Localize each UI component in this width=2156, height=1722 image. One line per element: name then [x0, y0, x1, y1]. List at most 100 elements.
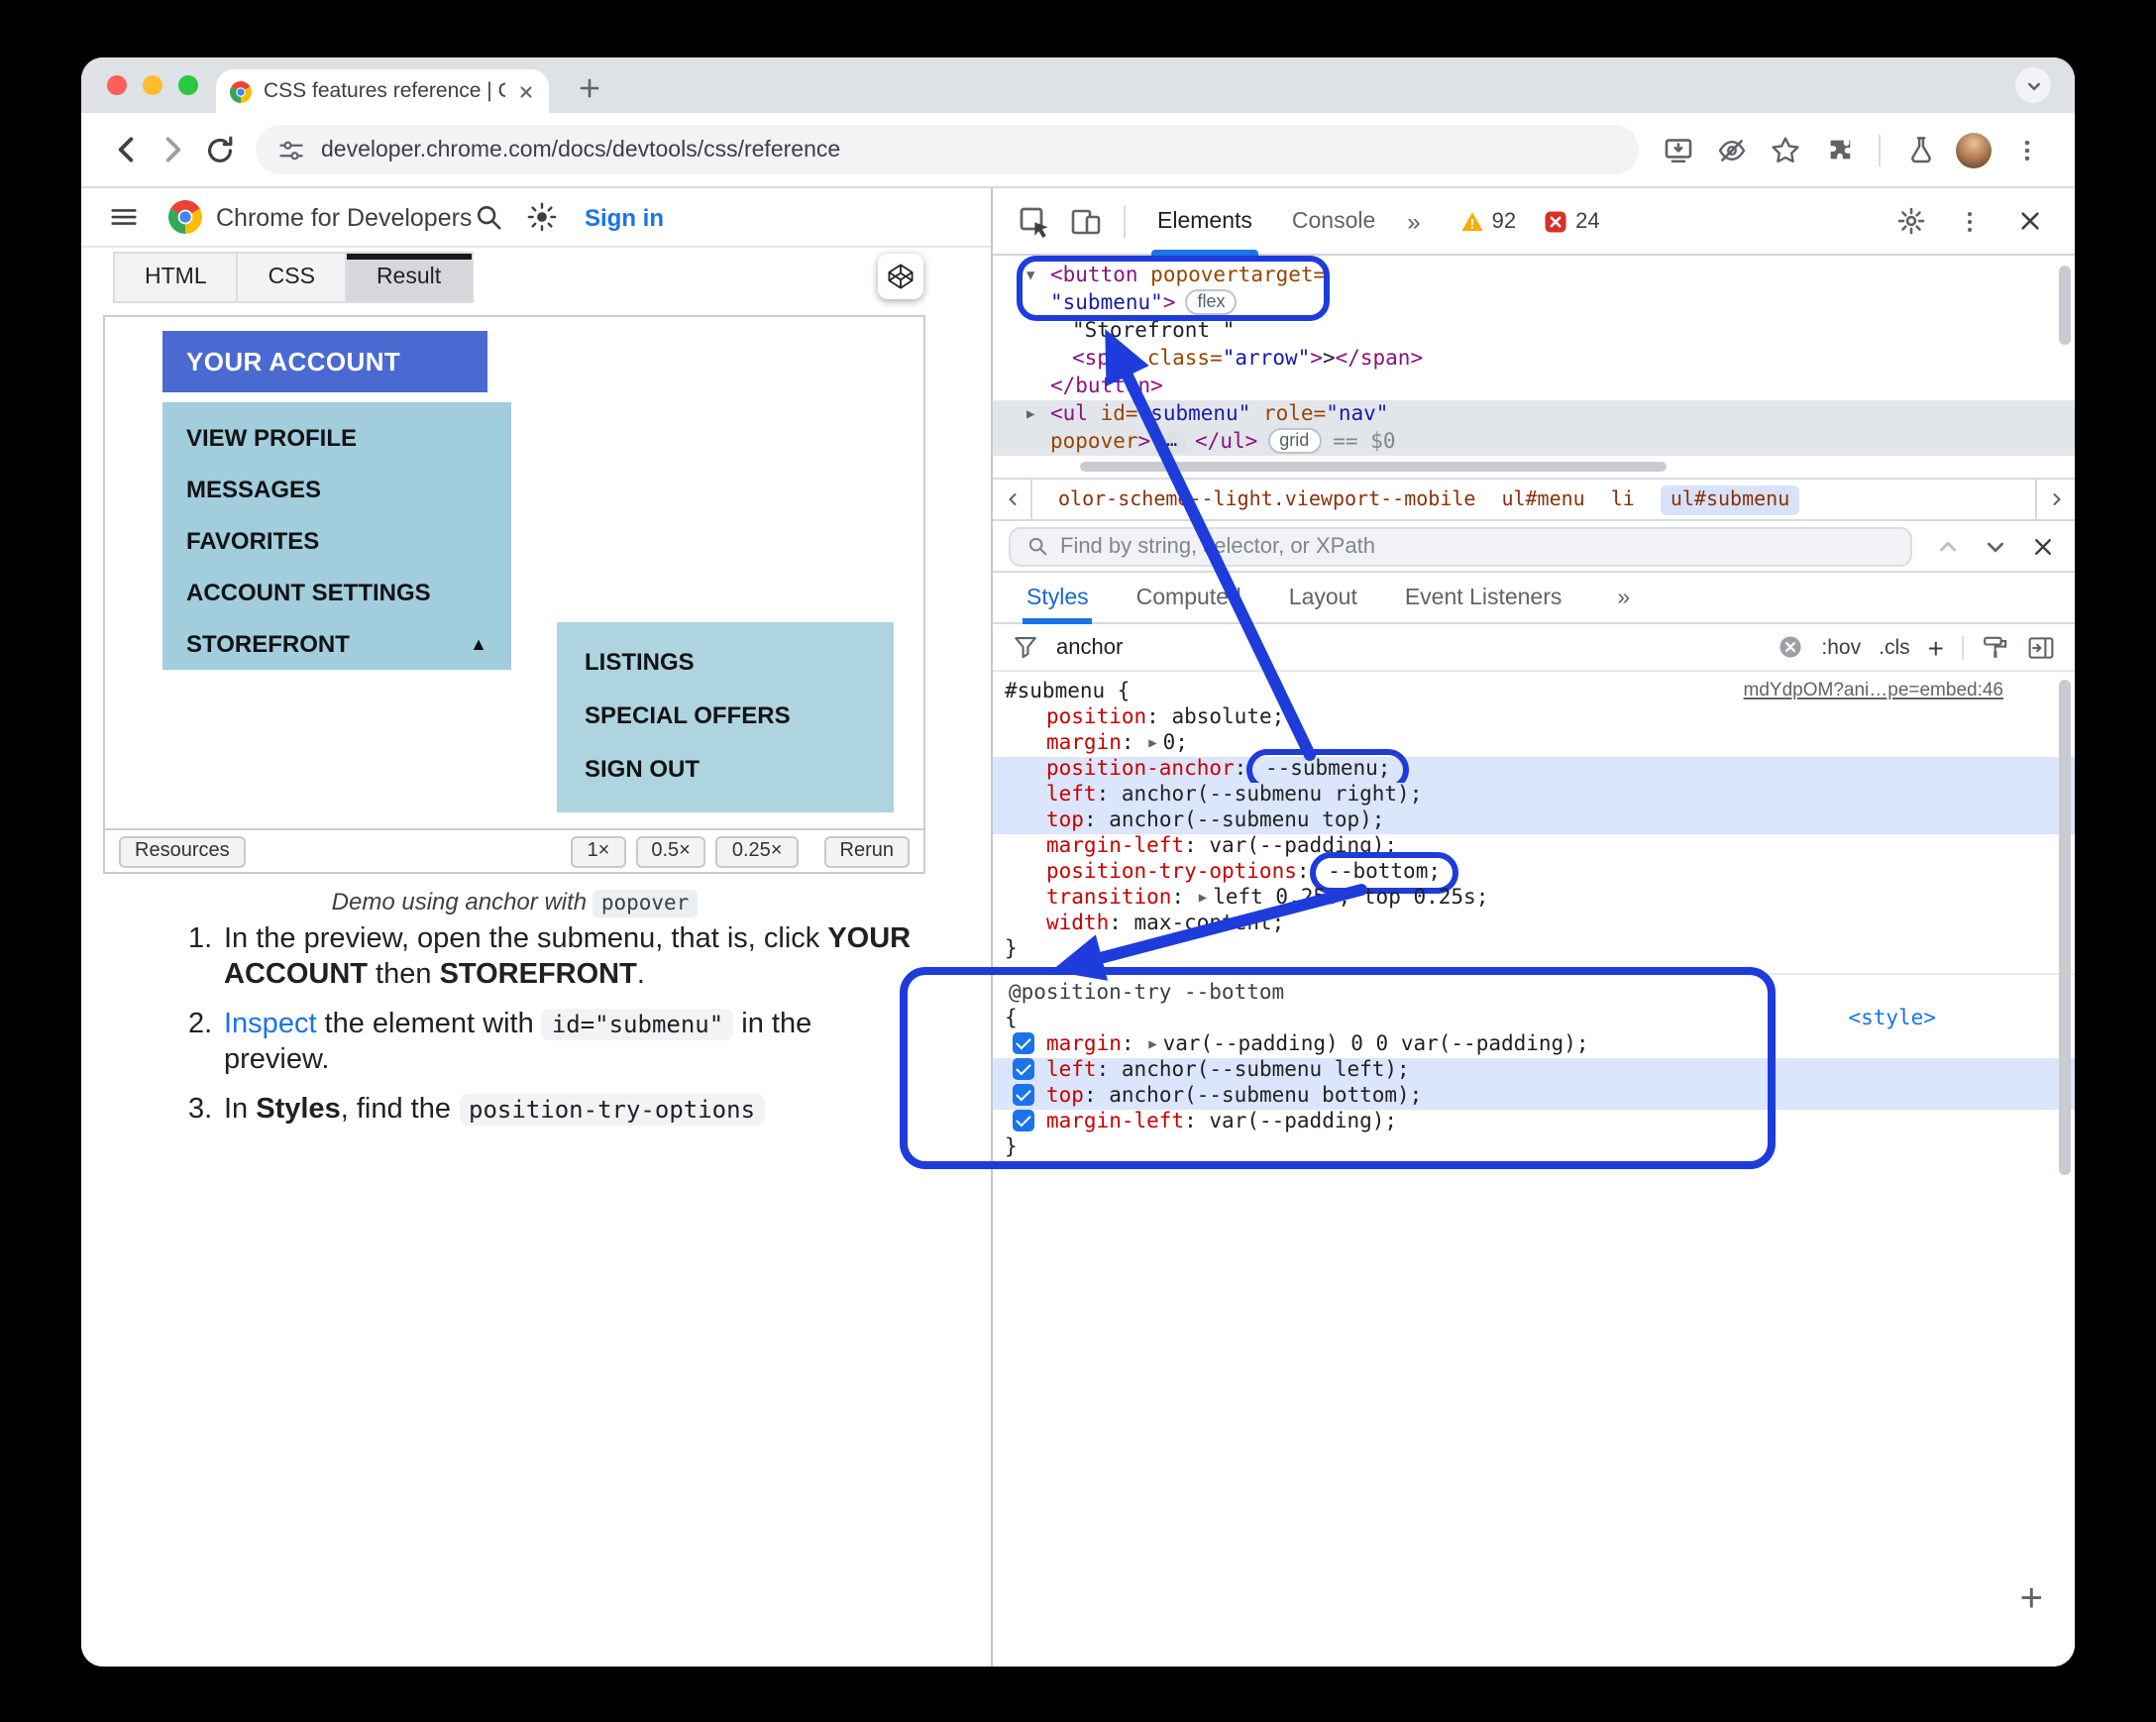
- tab-search-icon[interactable]: [2015, 67, 2051, 103]
- more-tabs-icon[interactable]: »: [1395, 207, 1432, 235]
- property-value[interactable]: max-content;: [1134, 912, 1285, 935]
- close-icon[interactable]: [107, 75, 127, 95]
- vertical-scrollbar[interactable]: [2059, 266, 2071, 345]
- dom-tree-row[interactable]: <span class="arrow">></span>: [993, 345, 2075, 373]
- menu-item-storefront[interactable]: STOREFRONT ▲: [162, 618, 511, 670]
- new-tab-icon[interactable]: [573, 71, 604, 103]
- css-property-margin-left[interactable]: margin-left: var(--padding);: [993, 834, 2075, 860]
- scale-button-0.25x[interactable]: 0.25×: [715, 835, 799, 867]
- at-rule-header[interactable]: @position-try --bottom: [993, 981, 2075, 1007]
- dom-tree-row[interactable]: </button>: [993, 373, 2075, 400]
- forward-icon[interactable]: [149, 126, 196, 173]
- menu-item-favorites[interactable]: FAVORITES: [162, 515, 511, 567]
- property-checkbox[interactable]: [1013, 1058, 1034, 1080]
- scale-button-1x[interactable]: 1×: [571, 835, 626, 867]
- property-value[interactable]: anchor(--submenu top);: [1109, 808, 1384, 832]
- dom-tree-row[interactable]: "Storefront ": [993, 317, 2075, 345]
- tab-console[interactable]: Console: [1272, 188, 1395, 255]
- dock-sidebar-icon[interactable]: [2027, 633, 2055, 661]
- crumb-right-icon[interactable]: [2035, 480, 2075, 519]
- css-property-position-try-options[interactable]: position-try-options: --bottom;: [993, 852, 2075, 894]
- property-value[interactable]: anchor(--submenu right);: [1122, 783, 1422, 807]
- css-property-width[interactable]: width: max-content;: [993, 912, 2075, 937]
- breadcrumb-item[interactable]: ul#menu: [1501, 488, 1584, 510]
- style-element-link[interactable]: <style>: [1848, 1007, 1936, 1032]
- eye-off-icon[interactable]: [1708, 126, 1756, 173]
- menu-item-account-settings[interactable]: ACCOUNT SETTINGS: [162, 567, 511, 618]
- styles-scrollbar[interactable]: [2059, 680, 2071, 1175]
- css-property-margin[interactable]: margin: ▶ var(--padding) 0 0 var(--paddin…: [993, 1032, 2075, 1058]
- close-find-icon[interactable]: [2031, 534, 2055, 558]
- css-property-margin[interactable]: margin: ▶ 0;: [993, 731, 2075, 757]
- warnings-badge[interactable]: 92: [1460, 209, 1516, 233]
- new-style-rule-button[interactable]: +: [1928, 631, 1944, 663]
- expand-shorthand-icon[interactable]: ▶: [1148, 1036, 1156, 1052]
- resources-button[interactable]: Resources: [119, 835, 246, 867]
- breadcrumb-item[interactable]: li: [1611, 488, 1635, 510]
- submenu-item-special-offers[interactable]: SPECIAL OFFERS: [557, 688, 894, 741]
- hover-state-button[interactable]: :hov: [1821, 635, 1861, 659]
- property-value[interactable]: left 0.25s, top 0.25s;: [1213, 886, 1488, 910]
- css-property-position-anchor[interactable]: position-anchor: --submenu;: [993, 749, 2075, 791]
- sign-in-link[interactable]: Sign in: [585, 204, 664, 232]
- expand-toggle-icon[interactable]: ▶: [1026, 400, 1034, 428]
- dom-tree-row[interactable]: ▼ <button popovertarget=: [993, 262, 2075, 289]
- submenu-item-sign-out[interactable]: SIGN OUT: [557, 741, 894, 795]
- expand-toggle-icon[interactable]: ▼: [1026, 262, 1034, 289]
- tab-event-listeners[interactable]: Event Listeners: [1405, 572, 1563, 623]
- css-property-left[interactable]: left: anchor(--submenu left);: [993, 1058, 2075, 1084]
- menu-icon[interactable]: [109, 202, 139, 232]
- horizontal-scrollbar[interactable]: [1080, 462, 1667, 472]
- chrome-logo-icon[interactable]: [168, 200, 202, 234]
- browser-tab[interactable]: CSS features reference | Chr: [216, 69, 549, 113]
- dom-tree-row[interactable]: ▶ <ul id="submenu" role="nav": [993, 400, 2075, 428]
- tab-html[interactable]: HTML: [113, 252, 239, 303]
- tab-css[interactable]: CSS: [238, 252, 347, 303]
- inspect-link[interactable]: Inspect: [224, 1009, 317, 1040]
- grid-badge[interactable]: grid: [1267, 428, 1322, 454]
- settings-gear-icon[interactable]: [1885, 195, 1936, 247]
- css-property-top[interactable]: top: anchor(--submenu bottom);: [993, 1084, 2075, 1110]
- address-bar[interactable]: developer.chrome.com/docs/devtools/css/r…: [256, 125, 1639, 174]
- property-value[interactable]: anchor(--submenu left);: [1122, 1058, 1410, 1082]
- css-property-position[interactable]: position: absolute;: [993, 705, 2075, 731]
- tab-styles[interactable]: Styles: [1022, 572, 1094, 623]
- zoom-icon[interactable]: [178, 75, 198, 95]
- scale-button-0.5x[interactable]: 0.5×: [635, 835, 706, 867]
- search-icon[interactable]: [474, 202, 503, 232]
- profile-avatar[interactable]: [1950, 126, 1997, 173]
- css-property-transition[interactable]: transition: ▶ left 0.25s, top 0.25s;: [993, 886, 2075, 912]
- stylesheet-link[interactable]: mdYdpOM?ani…pe=embed:46: [1744, 680, 2003, 701]
- extensions-icon[interactable]: [1815, 126, 1863, 173]
- menu-item-view-profile[interactable]: VIEW PROFILE: [162, 412, 511, 464]
- tab-elements[interactable]: Elements: [1137, 188, 1272, 255]
- tab-layout[interactable]: Layout: [1289, 572, 1357, 623]
- tab-computed[interactable]: Computed: [1136, 572, 1241, 623]
- bookmark-star-icon[interactable]: [1762, 126, 1809, 173]
- device-toolbar-icon[interactable]: [1060, 195, 1112, 247]
- prev-match-icon[interactable]: [1936, 534, 1960, 558]
- theme-toggle-icon[interactable]: [527, 202, 557, 232]
- property-value[interactable]: var(--padding) 0 0 var(--padding);: [1163, 1032, 1589, 1056]
- more-menu-icon[interactable]: [1944, 195, 1995, 247]
- close-devtools-icon[interactable]: [2003, 195, 2055, 247]
- browser-menu-icon[interactable]: [2003, 126, 2051, 173]
- experiments-icon[interactable]: [1896, 126, 1944, 173]
- more-sidebar-tabs-icon[interactable]: »: [1617, 586, 1630, 609]
- clear-filter-icon[interactable]: [1778, 634, 1803, 660]
- rerun-button[interactable]: Rerun: [823, 835, 910, 867]
- tab-result[interactable]: Result: [346, 252, 474, 303]
- style-rule-selector[interactable]: #submenu { mdYdpOM?ani…pe=embed:46: [993, 680, 2075, 705]
- property-checkbox[interactable]: [1013, 1084, 1034, 1106]
- your-account-button[interactable]: YOUR ACCOUNT: [162, 331, 487, 392]
- menu-item-messages[interactable]: MESSAGES: [162, 464, 511, 515]
- reload-icon[interactable]: [196, 126, 244, 173]
- property-value[interactable]: anchor(--submenu bottom);: [1109, 1084, 1422, 1108]
- property-value[interactable]: 0;: [1163, 731, 1188, 755]
- errors-badge[interactable]: 24: [1544, 209, 1600, 233]
- css-property-left[interactable]: left: anchor(--submenu right);: [993, 783, 2075, 808]
- property-checkbox[interactable]: [1013, 1032, 1034, 1054]
- breadcrumb-item[interactable]: ul#submenu: [1660, 484, 1800, 514]
- dom-tree-row[interactable]: popover> … </ul> grid == $0: [993, 428, 2075, 456]
- css-property-top[interactable]: top: anchor(--submenu top);: [993, 808, 2075, 834]
